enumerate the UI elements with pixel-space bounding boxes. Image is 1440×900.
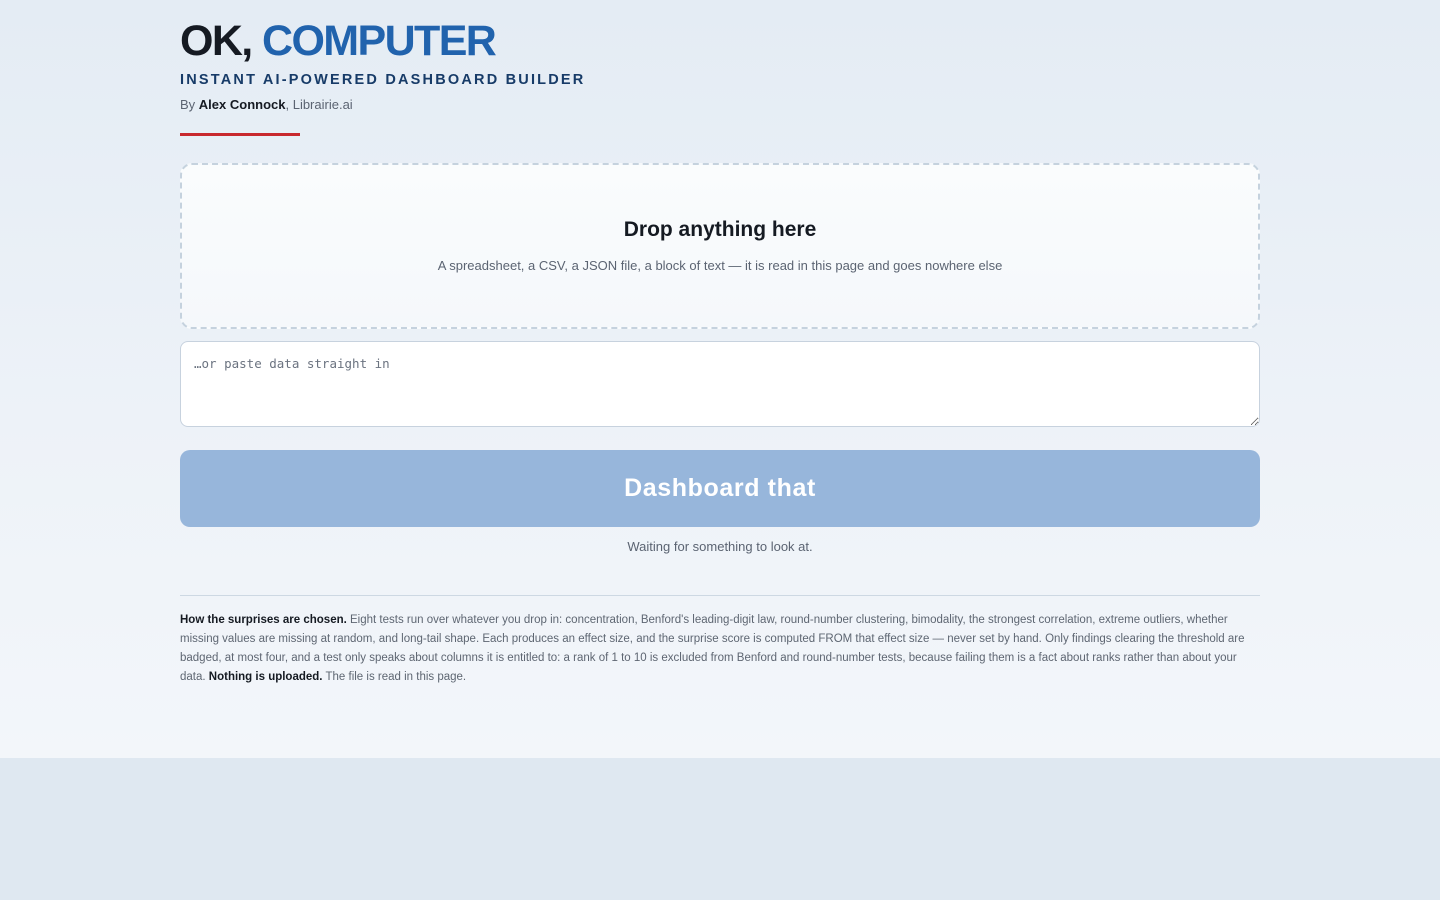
dashboard-that-button[interactable]: Dashboard that (180, 450, 1260, 527)
methodology-note: How the surprises are chosen. Eight test… (180, 611, 1260, 687)
section-divider (180, 595, 1260, 596)
title-part-computer: COMPUTER (262, 17, 497, 65)
note-emphasis: Nothing is uploaded. (208, 671, 323, 683)
file-dropzone[interactable]: Drop anything here A spreadsheet, a CSV,… (180, 163, 1260, 329)
author-name: Alex Connock (198, 97, 286, 112)
byline-prefix: By (180, 97, 199, 112)
page-title: OK, COMPUTER (180, 17, 497, 65)
page-subtitle: INSTANT AI-POWERED DASHBOARD BUILDER (180, 72, 586, 88)
title-part-ok: OK, (180, 17, 262, 65)
byline-organization: , Librairie.ai (285, 97, 353, 112)
dropzone-title: Drop anything here (623, 218, 817, 241)
status-message: Waiting for something to look at. (627, 539, 813, 554)
note-heading: How the surprises are chosen. (180, 614, 347, 626)
paste-data-input[interactable] (180, 341, 1260, 427)
note-tail: The file is read in this page. (322, 671, 467, 683)
accent-rule (180, 133, 300, 136)
dropzone-subtitle: A spreadsheet, a CSV, a JSON file, a blo… (437, 258, 1003, 273)
byline: By Alex Connock, Librairie.ai (180, 97, 353, 112)
